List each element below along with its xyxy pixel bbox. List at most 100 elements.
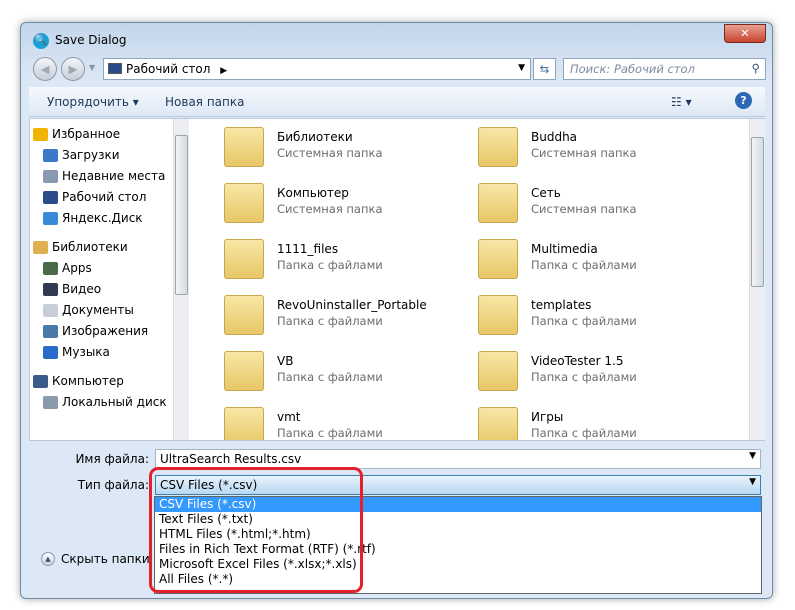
new-folder-button[interactable]: Новая папка bbox=[165, 95, 244, 109]
file-scrollbar[interactable] bbox=[749, 119, 765, 440]
file-type: Системная папка bbox=[531, 202, 637, 216]
refresh-button[interactable]: ⇆ bbox=[533, 58, 556, 80]
forward-button[interactable]: ▶ bbox=[61, 57, 85, 81]
sidebar-item[interactable]: Apps bbox=[43, 261, 92, 275]
sidebar-item[interactable]: Рабочий стол bbox=[43, 190, 146, 204]
file-item[interactable]: vmt Папка с файлами bbox=[209, 403, 459, 440]
sidebar-item-icon bbox=[43, 149, 58, 162]
sidebar-item-icon bbox=[43, 283, 58, 296]
file-name: Сеть bbox=[531, 186, 561, 200]
sidebar-item-icon bbox=[43, 212, 58, 225]
chevron-down-icon[interactable]: ▼ bbox=[749, 451, 756, 461]
sidebar-item-label: Яндекс.Диск bbox=[62, 211, 143, 225]
address-bar[interactable]: Рабочий стол ▶ ▼ bbox=[103, 58, 531, 80]
file-name: RevoUninstaller_Portable bbox=[277, 298, 427, 312]
file-item[interactable]: VideoTester 1.5 Папка с файлами bbox=[463, 347, 713, 397]
file-item[interactable]: Multimedia Папка с файлами bbox=[463, 235, 713, 285]
sidebar-item[interactable]: Локальный диск bbox=[43, 395, 167, 409]
search-icon[interactable]: ⚲ bbox=[752, 61, 760, 75]
file-name: Multimedia bbox=[531, 242, 598, 256]
file-item[interactable]: Игры Папка с файлами bbox=[463, 403, 713, 440]
filename-input[interactable]: UltraSearch Results.csv ▼ bbox=[155, 449, 761, 469]
folder-icon bbox=[478, 183, 518, 223]
chevron-up-icon: ▲ bbox=[41, 552, 55, 566]
file-type: Папка с файлами bbox=[531, 314, 637, 328]
file-item[interactable]: 1111_files Папка с файлами bbox=[209, 235, 459, 285]
file-type: Папка с файлами bbox=[531, 426, 637, 440]
sidebar-item[interactable]: Библиотеки bbox=[33, 240, 128, 254]
sidebar-item-icon bbox=[43, 346, 58, 359]
nav-scrollbar[interactable] bbox=[173, 119, 189, 440]
sidebar-item[interactable]: Загрузки bbox=[43, 148, 120, 162]
file-name: Библиотеки bbox=[277, 130, 353, 144]
folder-icon bbox=[224, 183, 264, 223]
app-search-icon: 🔍 bbox=[33, 33, 49, 49]
sidebar-item[interactable]: Видео bbox=[43, 282, 101, 296]
sidebar-item-label: Недавние места bbox=[62, 169, 166, 183]
file-type: Папка с файлами bbox=[277, 258, 383, 272]
file-type: Системная папка bbox=[277, 146, 383, 160]
address-dropdown[interactable]: ▼ bbox=[518, 63, 525, 73]
sidebar-item-icon bbox=[33, 375, 48, 388]
file-type: Папка с файлами bbox=[531, 370, 637, 384]
folder-icon bbox=[224, 407, 264, 440]
folder-icon bbox=[478, 127, 518, 167]
sidebar-item-label: Загрузки bbox=[62, 148, 120, 162]
file-item[interactable]: Компьютер Системная папка bbox=[209, 179, 459, 229]
view-options-icon[interactable]: ☷ ▾ bbox=[671, 95, 692, 109]
sidebar-item-label: Документы bbox=[62, 303, 134, 317]
file-name: Компьютер bbox=[277, 186, 349, 200]
file-item[interactable]: Buddha Системная папка bbox=[463, 123, 713, 173]
file-item[interactable]: templates Папка с файлами bbox=[463, 291, 713, 341]
sidebar-item-icon bbox=[43, 262, 58, 275]
sidebar-item-label: Избранное bbox=[52, 127, 121, 141]
sidebar-item-icon bbox=[43, 304, 58, 317]
folder-icon bbox=[224, 295, 264, 335]
sidebar-item[interactable]: Изображения bbox=[43, 324, 148, 338]
file-item[interactable]: Библиотеки Системная папка bbox=[209, 123, 459, 173]
search-placeholder: Поиск: Рабочий стол bbox=[570, 62, 695, 76]
folder-icon bbox=[224, 351, 264, 391]
sidebar-item-label: Музыка bbox=[62, 345, 110, 359]
save-dialog: 🔍 Save Dialog ✕ ◀ ▶ ▼ Рабочий стол ▶ ▼ ⇆… bbox=[20, 22, 773, 599]
sidebar-item[interactable]: Избранное bbox=[33, 127, 121, 141]
sidebar-item-label: Apps bbox=[62, 261, 92, 275]
sidebar-item[interactable]: Яндекс.Диск bbox=[43, 211, 143, 225]
sidebar-item-label: Компьютер bbox=[52, 374, 124, 388]
sidebar-item[interactable]: Документы bbox=[43, 303, 134, 317]
file-item[interactable]: Сеть Системная папка bbox=[463, 179, 713, 229]
sidebar-item-icon bbox=[33, 128, 48, 141]
file-item[interactable]: RevoUninstaller_Portable Папка с файлами bbox=[209, 291, 459, 341]
history-dropdown[interactable]: ▼ bbox=[89, 63, 95, 72]
toolbar: Упорядочить ▾ Новая папка ☷ ▾ ? bbox=[29, 87, 765, 117]
sidebar-item-icon bbox=[43, 325, 58, 338]
desktop-icon bbox=[108, 63, 122, 74]
file-type: Системная папка bbox=[277, 202, 383, 216]
file-name: vmt bbox=[277, 410, 301, 424]
file-type: Папка с файлами bbox=[277, 314, 383, 328]
file-name: VB bbox=[277, 354, 294, 368]
sidebar-item-icon bbox=[43, 396, 58, 409]
close-button[interactable]: ✕ bbox=[724, 24, 766, 43]
title-bar: 🔍 Save Dialog bbox=[33, 33, 127, 49]
sidebar-item-label: Библиотеки bbox=[52, 240, 128, 254]
navigation-pane: Избранное Загрузки Недавние места Рабочий с… bbox=[30, 119, 190, 440]
back-button[interactable]: ◀ bbox=[33, 57, 57, 81]
folder-icon bbox=[224, 127, 264, 167]
file-item[interactable]: VB Папка с файлами bbox=[209, 347, 459, 397]
sidebar-item[interactable]: Недавние места bbox=[43, 169, 166, 183]
sidebar-item-label: Локальный диск bbox=[62, 395, 167, 409]
file-list: Библиотеки Системная папка Buddha Системная… bbox=[193, 119, 750, 440]
search-input[interactable]: Поиск: Рабочий стол ⚲ bbox=[563, 58, 766, 80]
organize-button[interactable]: Упорядочить ▾ bbox=[47, 95, 139, 109]
sidebar-item[interactable]: Компьютер bbox=[33, 374, 124, 388]
file-name: Buddha bbox=[531, 130, 578, 144]
breadcrumb-arrow-icon[interactable]: ▶ bbox=[220, 66, 227, 76]
hide-folders-button[interactable]: ▲ Скрыть папки bbox=[41, 552, 150, 566]
browser-pane: Избранное Загрузки Недавние места Рабочий с… bbox=[29, 118, 765, 441]
help-button[interactable]: ? bbox=[735, 92, 752, 109]
folder-icon bbox=[478, 239, 518, 279]
file-type: Системная папка bbox=[531, 146, 637, 160]
chevron-down-icon[interactable]: ▼ bbox=[749, 477, 756, 487]
sidebar-item[interactable]: Музыка bbox=[43, 345, 110, 359]
